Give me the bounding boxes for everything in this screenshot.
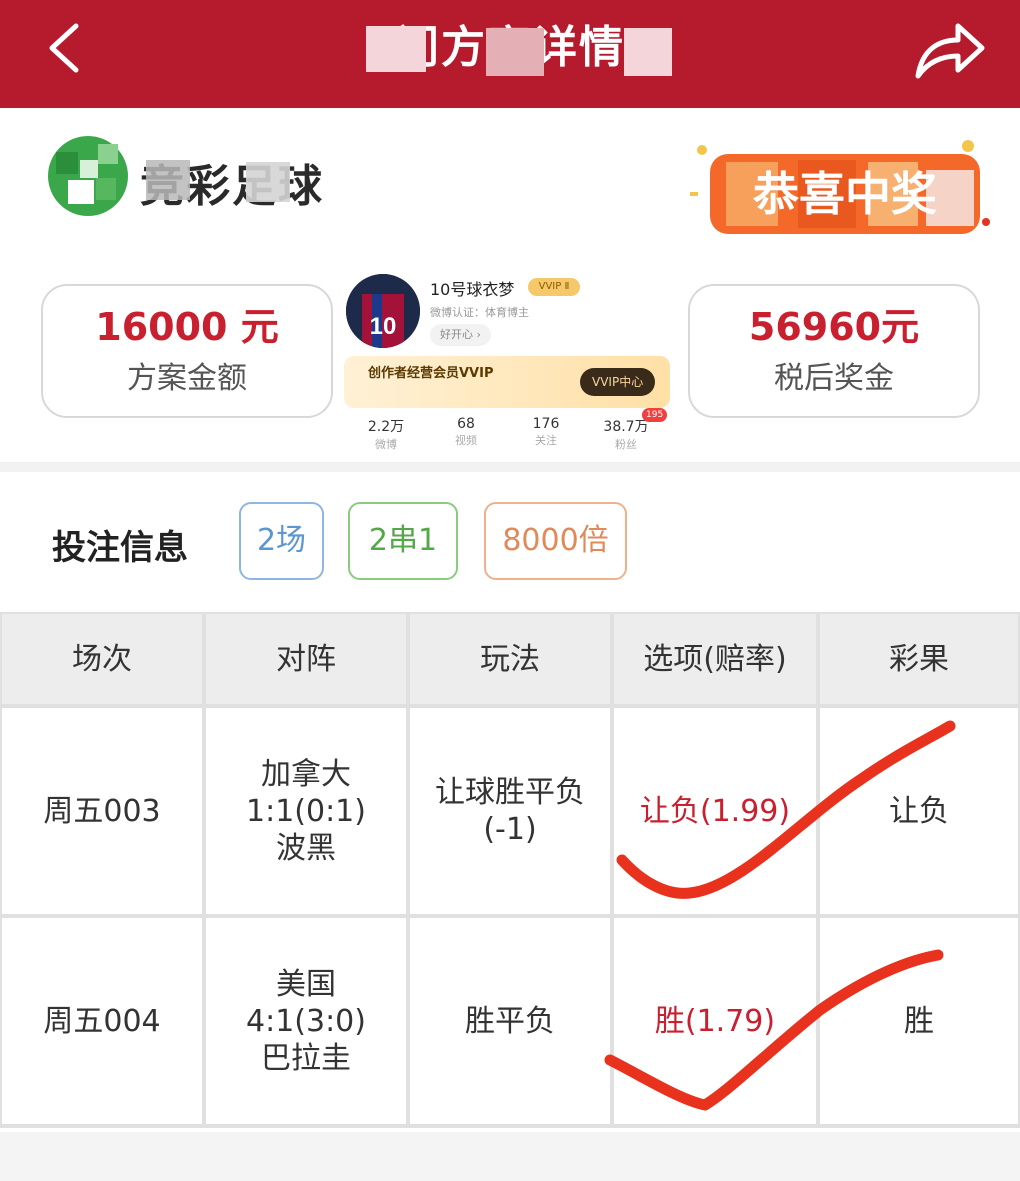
- table-row-2-fixture: 美国 4:1(3:0) 巴拉圭: [206, 918, 406, 1124]
- bottom-spacer: [0, 1132, 1020, 1181]
- profile-mood[interactable]: 好开心 ›: [430, 324, 491, 346]
- svg-text:10: 10: [370, 313, 397, 340]
- prize-amount-card: 56960元 税后奖金: [688, 284, 980, 418]
- table-row-2-result: 胜: [820, 918, 1018, 1124]
- share-arrow-icon[interactable]: [912, 16, 986, 82]
- title-blur-mid: [486, 28, 544, 76]
- score: 1:1(0:1): [246, 793, 366, 829]
- brand-blur-2: [246, 162, 290, 202]
- profile-stats: 2.2万 微博 68 视频 176 关注 38.7万 粉丝: [342, 416, 672, 456]
- table-row-1-match-no: 周五003: [2, 708, 202, 914]
- brand-blur-1: [146, 160, 190, 200]
- vvip-banner-text: 创作者经营会员VVIP: [368, 366, 494, 381]
- profile-certification: 微博认证：体育博主: [430, 306, 529, 319]
- home-team: 美国: [276, 966, 336, 1002]
- table-row-1-result: 让负: [820, 708, 1018, 914]
- stat-value: 2.2万: [367, 419, 405, 435]
- play-type: 让球胜平负: [435, 775, 585, 810]
- header-fixture: 对阵: [206, 614, 406, 704]
- prize-amount-value: 56960元: [748, 305, 920, 349]
- away-team: 巴拉圭: [261, 1040, 351, 1076]
- stat-label: 微博: [375, 438, 397, 451]
- stat-label: 粉丝: [615, 438, 637, 451]
- congrats-win-badge: 恭喜中奖: [690, 140, 990, 234]
- table-row-2-play-type: 胜平负: [410, 918, 610, 1124]
- table-row-2-option: 胜(1.79): [614, 918, 816, 1124]
- vip-tag: VVIP Ⅱ: [528, 278, 580, 296]
- plan-amount-card: 16000 元 方案金额: [41, 284, 333, 418]
- vvip-center-button[interactable]: VVIP中心: [580, 368, 656, 396]
- profile-name: 10号球衣梦: [430, 280, 515, 299]
- header-result: 彩果: [820, 614, 1018, 704]
- bet-info-title: 投注信息: [52, 528, 188, 568]
- jersey-avatar-image: 10: [346, 274, 420, 348]
- score: 4:1(3:0): [246, 1003, 366, 1039]
- stat-weibo[interactable]: 2.2万 微博: [346, 416, 426, 452]
- stat-videos[interactable]: 68 视频: [426, 416, 506, 448]
- plan-amount-label: 方案金额: [127, 361, 247, 396]
- soccer-ball-logo: [48, 136, 128, 216]
- header-play-type: 玩法: [410, 614, 610, 704]
- away-team: 波黑: [276, 830, 336, 866]
- section-divider: [0, 462, 1020, 472]
- title-blur-right: [624, 28, 672, 76]
- stat-value: 68: [457, 416, 475, 432]
- table-row-2-match-no: 周五004: [2, 918, 202, 1124]
- matches-chip: 2场: [239, 502, 324, 580]
- header-match-no: 场次: [2, 614, 202, 704]
- table-row-1-fixture: 加拿大 1:1(0:1) 波黑: [206, 708, 406, 914]
- home-team: 加拿大: [261, 756, 351, 792]
- table-row-1-option: 让负(1.99): [614, 708, 816, 914]
- play-type: 胜平负: [465, 1003, 555, 1039]
- multiplier-chip: 8000倍: [484, 502, 627, 580]
- congrats-text: 恭喜中奖: [752, 168, 937, 220]
- plan-amount-value: 16000 元: [95, 305, 279, 349]
- weibo-profile-card[interactable]: 10 10号球衣梦 VVIP Ⅱ 微博认证：体育博主 好开心 › 创作者经营会员…: [342, 268, 672, 456]
- header-option-odds: 选项(赔率): [614, 614, 816, 704]
- stat-label: 关注: [535, 434, 557, 447]
- combo-chip: 2串1: [348, 502, 458, 580]
- avatar[interactable]: 10: [346, 274, 420, 348]
- title-blur-left: [366, 26, 426, 72]
- stat-label: 视频: [455, 434, 477, 447]
- table-row-1-play-type: 让球胜平负 (-1): [410, 708, 610, 914]
- stat-value: 176: [532, 416, 560, 432]
- vvip-banner[interactable]: 创作者经营会员VVIP VVIP中心: [344, 356, 670, 408]
- stat-following[interactable]: 176 关注: [506, 416, 586, 448]
- prize-amount-label: 税后奖金: [774, 361, 894, 396]
- app-header: 门方案详情: [0, 0, 1020, 108]
- fans-badge: 195: [642, 408, 668, 422]
- handicap: (-1): [483, 812, 537, 847]
